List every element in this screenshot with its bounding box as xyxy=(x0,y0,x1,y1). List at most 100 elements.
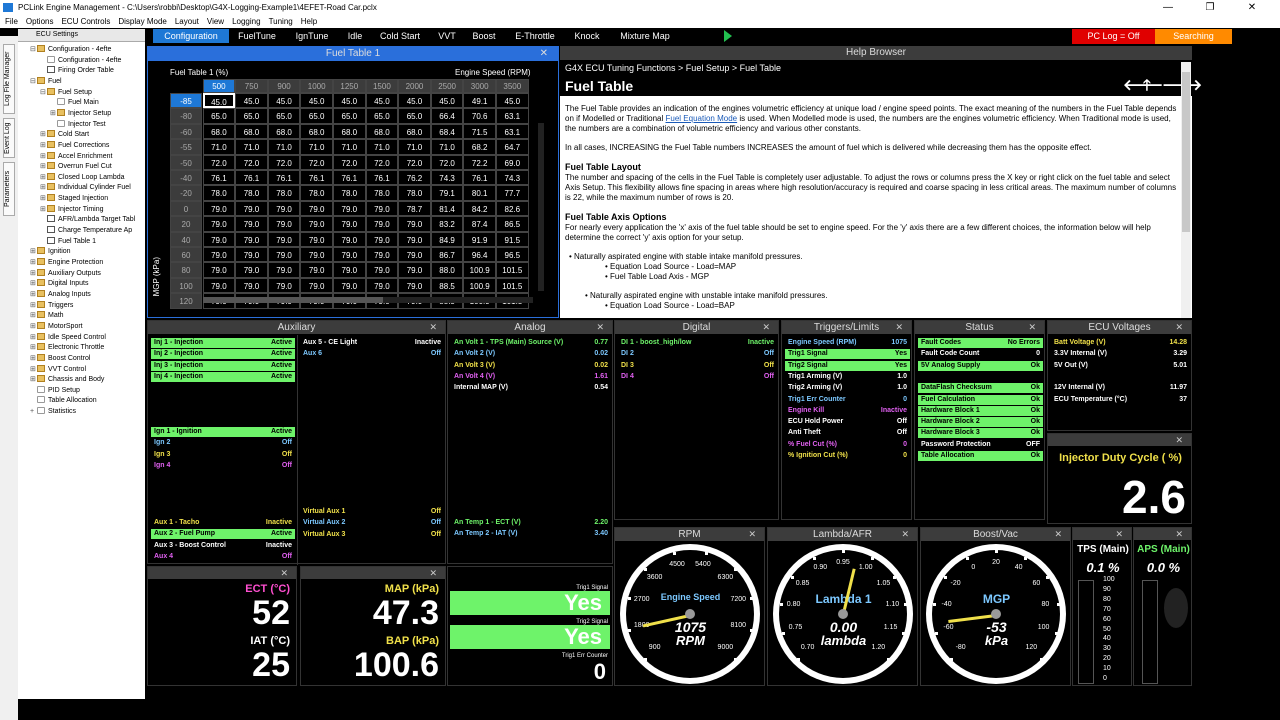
tab-fueltune[interactable]: FuelTune xyxy=(229,29,285,43)
table-cell[interactable]: 64.7 xyxy=(496,139,529,155)
table-cell[interactable]: 70.6 xyxy=(463,108,496,124)
fuel-equation-mode-link[interactable]: Fuel Equation Mode xyxy=(666,114,738,123)
table-cell[interactable]: 68.0 xyxy=(398,123,431,140)
up-arrow-icon[interactable]: 🡑 xyxy=(1143,76,1151,96)
table-cell[interactable]: 101.5 xyxy=(496,277,529,294)
mgp-header-cell[interactable]: 80 xyxy=(170,262,202,278)
table-cell[interactable]: 68.0 xyxy=(235,123,268,140)
table-cell[interactable]: 79.0 xyxy=(333,247,366,263)
table-cell[interactable]: 79.0 xyxy=(267,231,301,247)
close-icon[interactable]: ✕ xyxy=(596,321,604,334)
expand-icon[interactable]: ⊞ xyxy=(30,311,37,321)
table-cell[interactable]: 68.2 xyxy=(463,139,496,155)
table-cell[interactable]: 79.0 xyxy=(300,247,333,263)
close-icon[interactable]: ✕ xyxy=(1054,528,1062,541)
tree-item[interactable]: ⊞ Ignition xyxy=(30,247,71,257)
close-icon[interactable]: ✕ xyxy=(1115,528,1123,541)
table-cell[interactable]: 68.0 xyxy=(365,123,399,140)
tab-cold-start[interactable]: Cold Start xyxy=(371,29,429,43)
table-cell[interactable]: 79.0 xyxy=(267,216,301,232)
table-cell[interactable]: 66.4 xyxy=(430,108,464,124)
table-cell[interactable]: 78.0 xyxy=(300,185,333,201)
table-cell[interactable]: 76.1 xyxy=(300,170,333,186)
horizontal-scrollbar[interactable] xyxy=(203,297,533,303)
table-cell[interactable]: 45.0 xyxy=(398,93,431,109)
table-cell[interactable]: 79.0 xyxy=(267,200,301,217)
tree-item[interactable]: ⊞ Engine Protection xyxy=(30,258,103,268)
table-cell[interactable]: 78.0 xyxy=(202,185,236,201)
expand-icon[interactable]: ⊞ xyxy=(30,279,37,289)
tree-item[interactable]: ⊞ VVT Control xyxy=(30,364,86,375)
expand-icon[interactable]: ⊞ xyxy=(30,365,37,375)
expand-icon[interactable]: ⊞ xyxy=(40,183,47,193)
table-cell[interactable]: 45.0 xyxy=(202,93,236,109)
rpm-header-cell[interactable]: 1000 xyxy=(300,79,333,93)
table-cell[interactable]: 96.5 xyxy=(496,247,529,263)
table-cell[interactable]: 68.0 xyxy=(202,123,236,140)
tree-item[interactable]: ⊟ Fuel Setup xyxy=(40,87,92,98)
tree-item[interactable]: ⊞ Chassis and Body xyxy=(30,375,104,385)
rpm-header-cell[interactable]: 1500 xyxy=(365,79,399,93)
table-cell[interactable]: 79.0 xyxy=(398,262,431,278)
table-cell[interactable]: 71.5 xyxy=(463,123,496,140)
table-cell[interactable]: 79.0 xyxy=(398,216,431,232)
expand-icon[interactable]: ⊞ xyxy=(30,354,37,364)
tree-item[interactable]: ⊞ Closed Loop Lambda xyxy=(40,172,125,183)
tab-mixture-map[interactable]: Mixture Map xyxy=(610,29,680,43)
table-cell[interactable]: 79.0 xyxy=(235,277,268,294)
table-cell[interactable]: 91.5 xyxy=(496,231,529,247)
table-cell[interactable]: 79.0 xyxy=(202,231,236,247)
table-cell[interactable]: 69.0 xyxy=(496,154,529,170)
play-icon[interactable] xyxy=(724,30,732,42)
table-cell[interactable]: 88.5 xyxy=(430,277,464,294)
table-cell[interactable]: 72.0 xyxy=(267,154,301,170)
table-cell[interactable]: 65.0 xyxy=(300,108,333,124)
mgp-header-cell[interactable]: 20 xyxy=(170,216,202,232)
rpm-header-cell[interactable]: 1250 xyxy=(333,79,366,93)
expand-icon[interactable]: + xyxy=(30,407,37,417)
mgp-header-cell[interactable]: 60 xyxy=(170,247,202,263)
close-icon[interactable]: ✕ xyxy=(901,528,909,541)
tree-item[interactable]: ⊞ Triggers xyxy=(30,300,73,311)
close-icon[interactable]: ✕ xyxy=(540,47,548,61)
table-cell[interactable]: 80.1 xyxy=(463,185,496,201)
rpm-header-cell[interactable]: 2000 xyxy=(398,79,431,93)
table-cell[interactable]: 81.4 xyxy=(430,200,464,217)
table-cell[interactable]: 65.0 xyxy=(398,108,431,124)
tree-item[interactable]: ⊞ Injector Setup xyxy=(50,108,111,119)
restore-icon[interactable]: ❐ xyxy=(1190,0,1230,15)
table-cell[interactable]: 79.0 xyxy=(202,277,236,294)
close-icon[interactable]: ✕ xyxy=(429,321,437,334)
table-cell[interactable]: 79.0 xyxy=(333,262,366,278)
menu-display-mode[interactable]: Display Mode xyxy=(118,15,166,28)
tree-item[interactable]: AFR/Lambda Target Tabl xyxy=(40,215,135,225)
close-icon[interactable]: ✕ xyxy=(1028,321,1036,334)
menu-options[interactable]: Options xyxy=(26,15,54,28)
table-cell[interactable]: 79.1 xyxy=(430,185,464,201)
table-cell[interactable]: 65.0 xyxy=(235,108,268,124)
table-cell[interactable]: 72.0 xyxy=(398,154,431,170)
table-cell[interactable]: 63.1 xyxy=(496,108,529,124)
table-cell[interactable]: 79.0 xyxy=(202,216,236,232)
table-cell[interactable]: 79.0 xyxy=(365,200,399,217)
table-cell[interactable]: 72.0 xyxy=(333,154,366,170)
table-cell[interactable]: 82.6 xyxy=(496,200,529,217)
table-cell[interactable]: 76.1 xyxy=(235,170,268,186)
table-cell[interactable]: 68.0 xyxy=(300,123,333,140)
table-cell[interactable]: 49.1 xyxy=(463,93,496,109)
close-icon[interactable]: ✕ xyxy=(748,528,756,541)
rpm-header-cell[interactable]: 2500 xyxy=(430,79,464,93)
table-cell[interactable]: 79.0 xyxy=(365,216,399,232)
mgp-header-cell[interactable]: 100 xyxy=(170,277,202,294)
table-cell[interactable]: 76.1 xyxy=(333,170,366,186)
table-cell[interactable]: 79.0 xyxy=(300,200,333,217)
tree-item[interactable]: ⊞ Boost Control xyxy=(30,353,90,364)
table-cell[interactable]: 76.2 xyxy=(398,170,431,186)
table-cell[interactable]: 79.0 xyxy=(235,231,268,247)
tree-item[interactable]: ⊞ Injector Timing xyxy=(40,204,104,215)
table-cell[interactable]: 78.0 xyxy=(365,185,399,201)
table-cell[interactable]: 79.0 xyxy=(333,216,366,232)
mgp-header-cell[interactable]: -20 xyxy=(170,185,202,201)
table-cell[interactable]: 74.3 xyxy=(430,170,464,186)
expand-icon[interactable]: ⊟ xyxy=(30,45,37,55)
